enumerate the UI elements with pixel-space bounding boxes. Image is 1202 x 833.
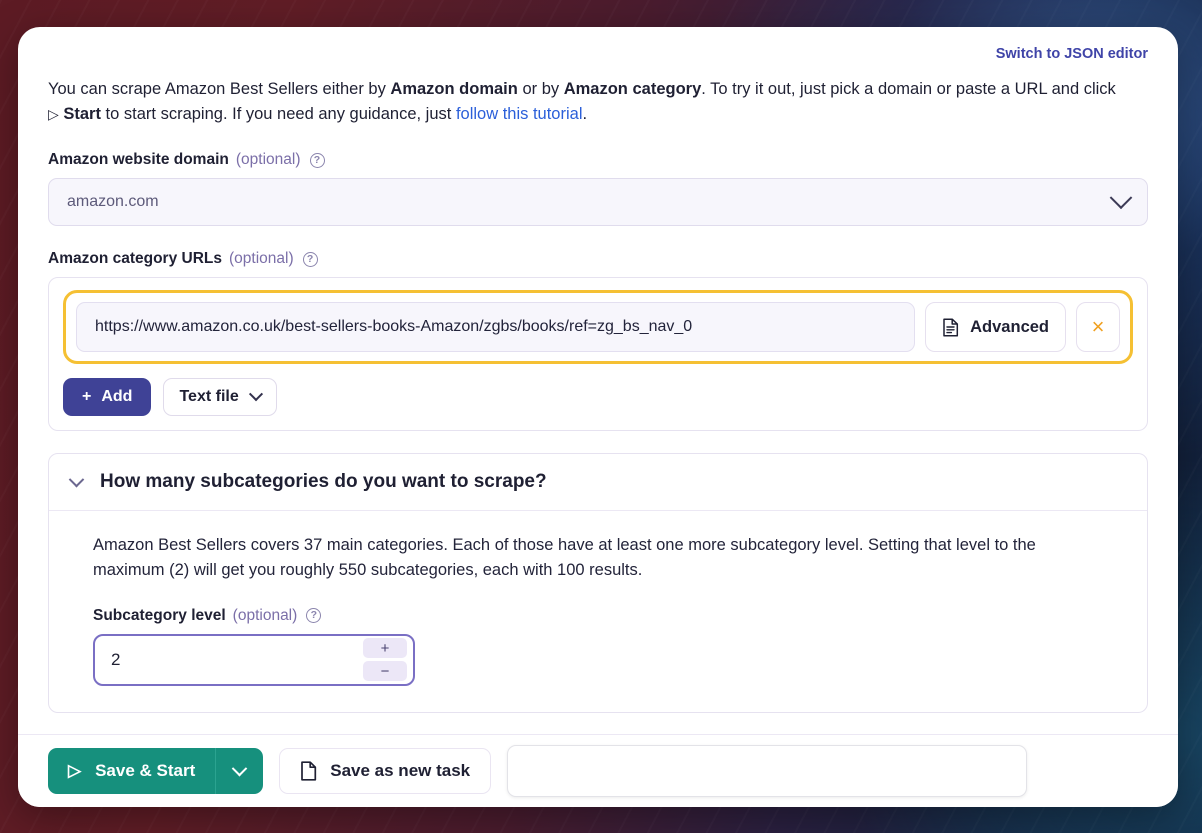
subcategory-level-optional-text: (optional): [232, 606, 298, 624]
url-actions-row: + Add Text file: [63, 378, 1133, 417]
follow-tutorial-link[interactable]: follow this tutorial: [456, 105, 583, 123]
subcategories-description: Amazon Best Sellers covers 37 main categ…: [93, 536, 1036, 579]
play-icon: ▷: [68, 761, 82, 780]
intro-text-4: to start scraping. If you need any guida…: [100, 105, 456, 124]
save-and-start-group: ▷ Save & Start: [48, 748, 264, 794]
text-file-label: Text file: [179, 388, 239, 406]
empty-field-box[interactable]: [507, 745, 1028, 797]
category-urls-panel: Advanced × + Add Text file: [48, 277, 1148, 432]
save-and-start-dropdown-button[interactable]: [215, 748, 264, 794]
save-and-start-button[interactable]: ▷ Save & Start: [48, 748, 216, 794]
form-footer-toolbar: ▷ Save & Start Save as new task: [18, 734, 1178, 807]
amazon-domain-label: Amazon website domain (optional) ?: [48, 151, 1148, 169]
stepper-buttons: + −: [363, 638, 407, 682]
intro-text-5: .: [582, 105, 588, 124]
intro-description: You can scrape Amazon Best Sellers eithe…: [48, 77, 1123, 127]
intro-bold-amazon-category: Amazon category: [563, 80, 702, 98]
stepper-increment-button[interactable]: +: [363, 638, 407, 659]
intro-text-2: or by: [517, 80, 564, 98]
subcategory-level-label: Subcategory level (optional) ?: [93, 607, 1117, 625]
add-url-button[interactable]: + Add: [63, 378, 152, 417]
subcategories-accordion-title: How many subcategories do you want to sc…: [100, 471, 547, 493]
advanced-button-label: Advanced: [970, 317, 1049, 336]
save-and-start-label: Save & Start: [95, 761, 196, 780]
intro-text-1: You can scrape Amazon Best Sellers eithe…: [48, 80, 391, 98]
amazon-domain-label-text: Amazon website domain: [48, 151, 229, 169]
plus-icon: +: [82, 388, 92, 406]
help-icon[interactable]: ?: [302, 251, 318, 267]
play-icon: ▷: [48, 106, 59, 123]
advanced-button[interactable]: Advanced: [925, 302, 1066, 353]
subcategories-accordion-header[interactable]: How many subcategories do you want to sc…: [49, 454, 1147, 512]
subcategories-accordion: How many subcategories do you want to sc…: [48, 453, 1148, 713]
help-icon[interactable]: ?: [306, 608, 322, 624]
category-url-input[interactable]: [76, 302, 916, 353]
amazon-category-urls-optional-text: (optional): [228, 250, 294, 268]
document-icon: [943, 318, 959, 337]
subcategories-accordion-body: Amazon Best Sellers covers 37 main categ…: [49, 511, 1147, 712]
subcategory-level-label-text: Subcategory level: [93, 606, 226, 624]
json-editor-row: Switch to JSON editor: [48, 45, 1148, 69]
switch-to-json-editor-link[interactable]: Switch to JSON editor: [996, 46, 1148, 62]
amazon-domain-selected-value: amazon.com: [67, 193, 159, 211]
subcategory-level-stepper[interactable]: 2 + −: [93, 633, 415, 686]
amazon-category-urls-label: Amazon category URLs (optional) ?: [48, 250, 1148, 268]
amazon-domain-select[interactable]: amazon.com: [48, 178, 1148, 227]
chevron-down-icon: [231, 760, 248, 776]
chevron-down-icon: [248, 387, 263, 402]
remove-url-button[interactable]: ×: [1076, 302, 1120, 353]
document-icon: [301, 761, 317, 781]
add-url-button-label: Add: [101, 388, 133, 406]
help-icon[interactable]: ?: [309, 152, 325, 168]
text-file-dropdown[interactable]: Text file: [163, 378, 277, 417]
form-body: Switch to JSON editor You can scrape Ama…: [18, 27, 1178, 734]
amazon-domain-optional-text: (optional): [235, 151, 301, 169]
url-entry-row: Advanced ×: [63, 290, 1133, 365]
intro-bold-amazon-domain: Amazon domain: [390, 80, 518, 98]
stepper-decrement-button[interactable]: −: [363, 661, 407, 682]
amazon-category-urls-label-text: Amazon category URLs: [48, 250, 222, 268]
save-as-new-task-button[interactable]: Save as new task: [279, 748, 492, 794]
chevron-down-icon: [1109, 186, 1133, 210]
intro-text-3: . To try it out, just pick a domain or p…: [701, 80, 1116, 98]
intro-bold-start: Start: [63, 105, 101, 124]
save-as-new-task-label: Save as new task: [330, 761, 471, 780]
subcategory-level-value[interactable]: 2: [111, 650, 363, 670]
input-form-card: Switch to JSON editor You can scrape Ama…: [18, 27, 1178, 807]
chevron-down-icon: [68, 471, 85, 488]
